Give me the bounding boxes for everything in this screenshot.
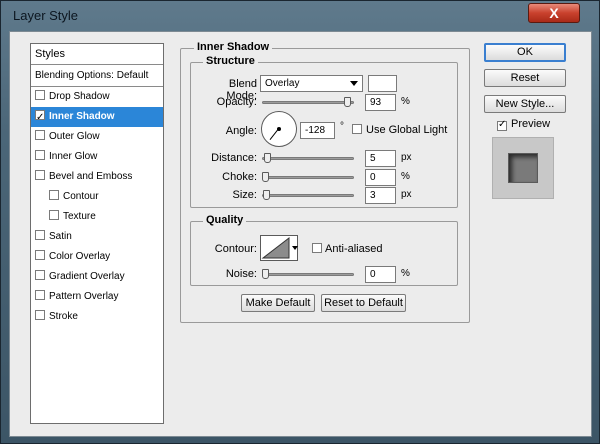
style-item-label: Gradient Overlay: [49, 271, 125, 282]
noise-unit: %: [401, 268, 410, 279]
opacity-unit: %: [401, 96, 410, 107]
close-button[interactable]: X: [528, 3, 580, 23]
style-item-label: Satin: [49, 231, 72, 242]
opacity-input[interactable]: 93: [365, 94, 396, 111]
preview-label: Preview: [511, 118, 551, 130]
style-item-label: Inner Glow: [49, 151, 98, 162]
title-bar: Layer Style X: [1, 1, 599, 31]
angle-unit: °: [340, 121, 344, 132]
angle-indicator: [269, 128, 279, 141]
style-item-checkbox[interactable]: [49, 210, 59, 220]
size-slider-track[interactable]: [262, 194, 354, 197]
contour-label: Contour:: [214, 243, 257, 255]
noise-label: Noise:: [225, 268, 257, 280]
style-item-inner-shadow[interactable]: Inner Shadow: [31, 107, 163, 128]
choke-input[interactable]: 0: [365, 169, 396, 186]
style-item-checkbox[interactable]: [35, 90, 45, 100]
style-item-label: Drop Shadow: [49, 91, 110, 102]
styles-list: Styles Blending Options: Default Drop Sh…: [30, 43, 164, 424]
distance-slider-thumb[interactable]: [264, 153, 271, 163]
window-title: Layer Style: [13, 8, 79, 23]
style-item-pattern-overlay[interactable]: Pattern Overlay: [31, 287, 163, 307]
angle-label: Angle:: [225, 125, 257, 137]
blend-mode-value: Overlay: [265, 78, 300, 89]
anti-aliased-checkbox[interactable]: [312, 243, 322, 253]
chevron-down-icon[interactable]: [292, 246, 298, 250]
structure-title: Structure: [203, 55, 258, 67]
style-item-checkbox[interactable]: [35, 130, 45, 140]
style-item-checkbox[interactable]: [35, 150, 45, 160]
style-item-label: Inner Shadow: [49, 111, 115, 122]
use-global-light-label: Use Global Light: [366, 124, 448, 136]
ok-button[interactable]: OK: [484, 43, 566, 62]
make-default-button[interactable]: Make Default: [241, 294, 315, 312]
choke-label: Choke:: [222, 171, 257, 183]
style-item-label: Contour: [63, 191, 99, 202]
style-item-drop-shadow[interactable]: Drop Shadow: [31, 87, 163, 107]
opacity-slider-thumb[interactable]: [344, 97, 351, 107]
style-item-gradient-overlay[interactable]: Gradient Overlay: [31, 267, 163, 287]
choke-slider-thumb[interactable]: [262, 172, 269, 182]
opacity-label: Opacity:: [216, 96, 257, 108]
preview-checkbox[interactable]: [497, 119, 507, 131]
angle-dial[interactable]: [261, 111, 297, 147]
styles-header[interactable]: Styles: [31, 44, 163, 65]
preview-swatch: [508, 153, 538, 183]
new-style-label: New Style...: [495, 98, 555, 110]
style-item-checkbox[interactable]: [35, 310, 45, 320]
style-item-label: Texture: [63, 211, 96, 222]
style-item-bevel-and-emboss[interactable]: Bevel and Emboss: [31, 167, 163, 187]
style-item-contour[interactable]: Contour: [31, 187, 163, 207]
blending-options-item[interactable]: Blending Options: Default: [31, 65, 163, 87]
size-unit: px: [401, 189, 412, 200]
style-item-label: Pattern Overlay: [49, 291, 119, 302]
reset-button[interactable]: Reset: [484, 69, 566, 87]
style-item-checkbox[interactable]: [35, 108, 45, 128]
distance-slider-track[interactable]: [262, 157, 354, 160]
reset-to-default-button[interactable]: Reset to Default: [321, 294, 406, 312]
distance-unit: px: [401, 152, 412, 163]
style-item-inner-glow[interactable]: Inner Glow: [31, 147, 163, 167]
noise-slider-track[interactable]: [262, 273, 354, 276]
style-item-satin[interactable]: Satin: [31, 227, 163, 247]
style-item-label: Color Overlay: [49, 251, 111, 262]
noise-slider-thumb[interactable]: [262, 269, 269, 279]
style-item-color-overlay[interactable]: Color Overlay: [31, 247, 163, 267]
style-item-label: Bevel and Emboss: [49, 171, 133, 182]
style-item-checkbox[interactable]: [35, 170, 45, 180]
use-global-light-checkbox[interactable]: [352, 124, 362, 134]
size-label: Size:: [232, 189, 257, 201]
size-slider-thumb[interactable]: [263, 190, 270, 200]
anti-aliased-label: Anti-aliased: [325, 243, 383, 255]
style-item-label: Stroke: [49, 311, 78, 322]
style-item-checkbox[interactable]: [35, 230, 45, 240]
choke-unit: %: [401, 171, 410, 182]
distance-input[interactable]: 5: [365, 150, 396, 167]
distance-label: Distance:: [211, 152, 257, 164]
chevron-down-icon: [350, 81, 358, 86]
new-style-button[interactable]: New Style...: [484, 95, 566, 113]
style-item-checkbox[interactable]: [35, 250, 45, 260]
style-item-outer-glow[interactable]: Outer Glow: [31, 127, 163, 147]
style-preview: [492, 137, 554, 199]
size-input[interactable]: 3: [365, 187, 396, 204]
quality-title: Quality: [203, 214, 247, 226]
opacity-slider-track[interactable]: [262, 101, 354, 104]
style-item-texture[interactable]: Texture: [31, 207, 163, 227]
angle-input[interactable]: -128: [300, 122, 335, 139]
style-item-stroke[interactable]: Stroke: [31, 307, 163, 327]
blend-mode-select[interactable]: Overlay: [260, 75, 363, 92]
choke-slider-track[interactable]: [262, 176, 354, 179]
style-item-label: Outer Glow: [49, 131, 100, 142]
shadow-color-swatch[interactable]: [368, 75, 397, 92]
style-item-checkbox[interactable]: [35, 290, 45, 300]
noise-input[interactable]: 0: [365, 266, 396, 283]
inner-shadow-title: Inner Shadow: [194, 41, 273, 53]
style-item-checkbox[interactable]: [49, 190, 59, 200]
style-item-checkbox[interactable]: [35, 270, 45, 280]
